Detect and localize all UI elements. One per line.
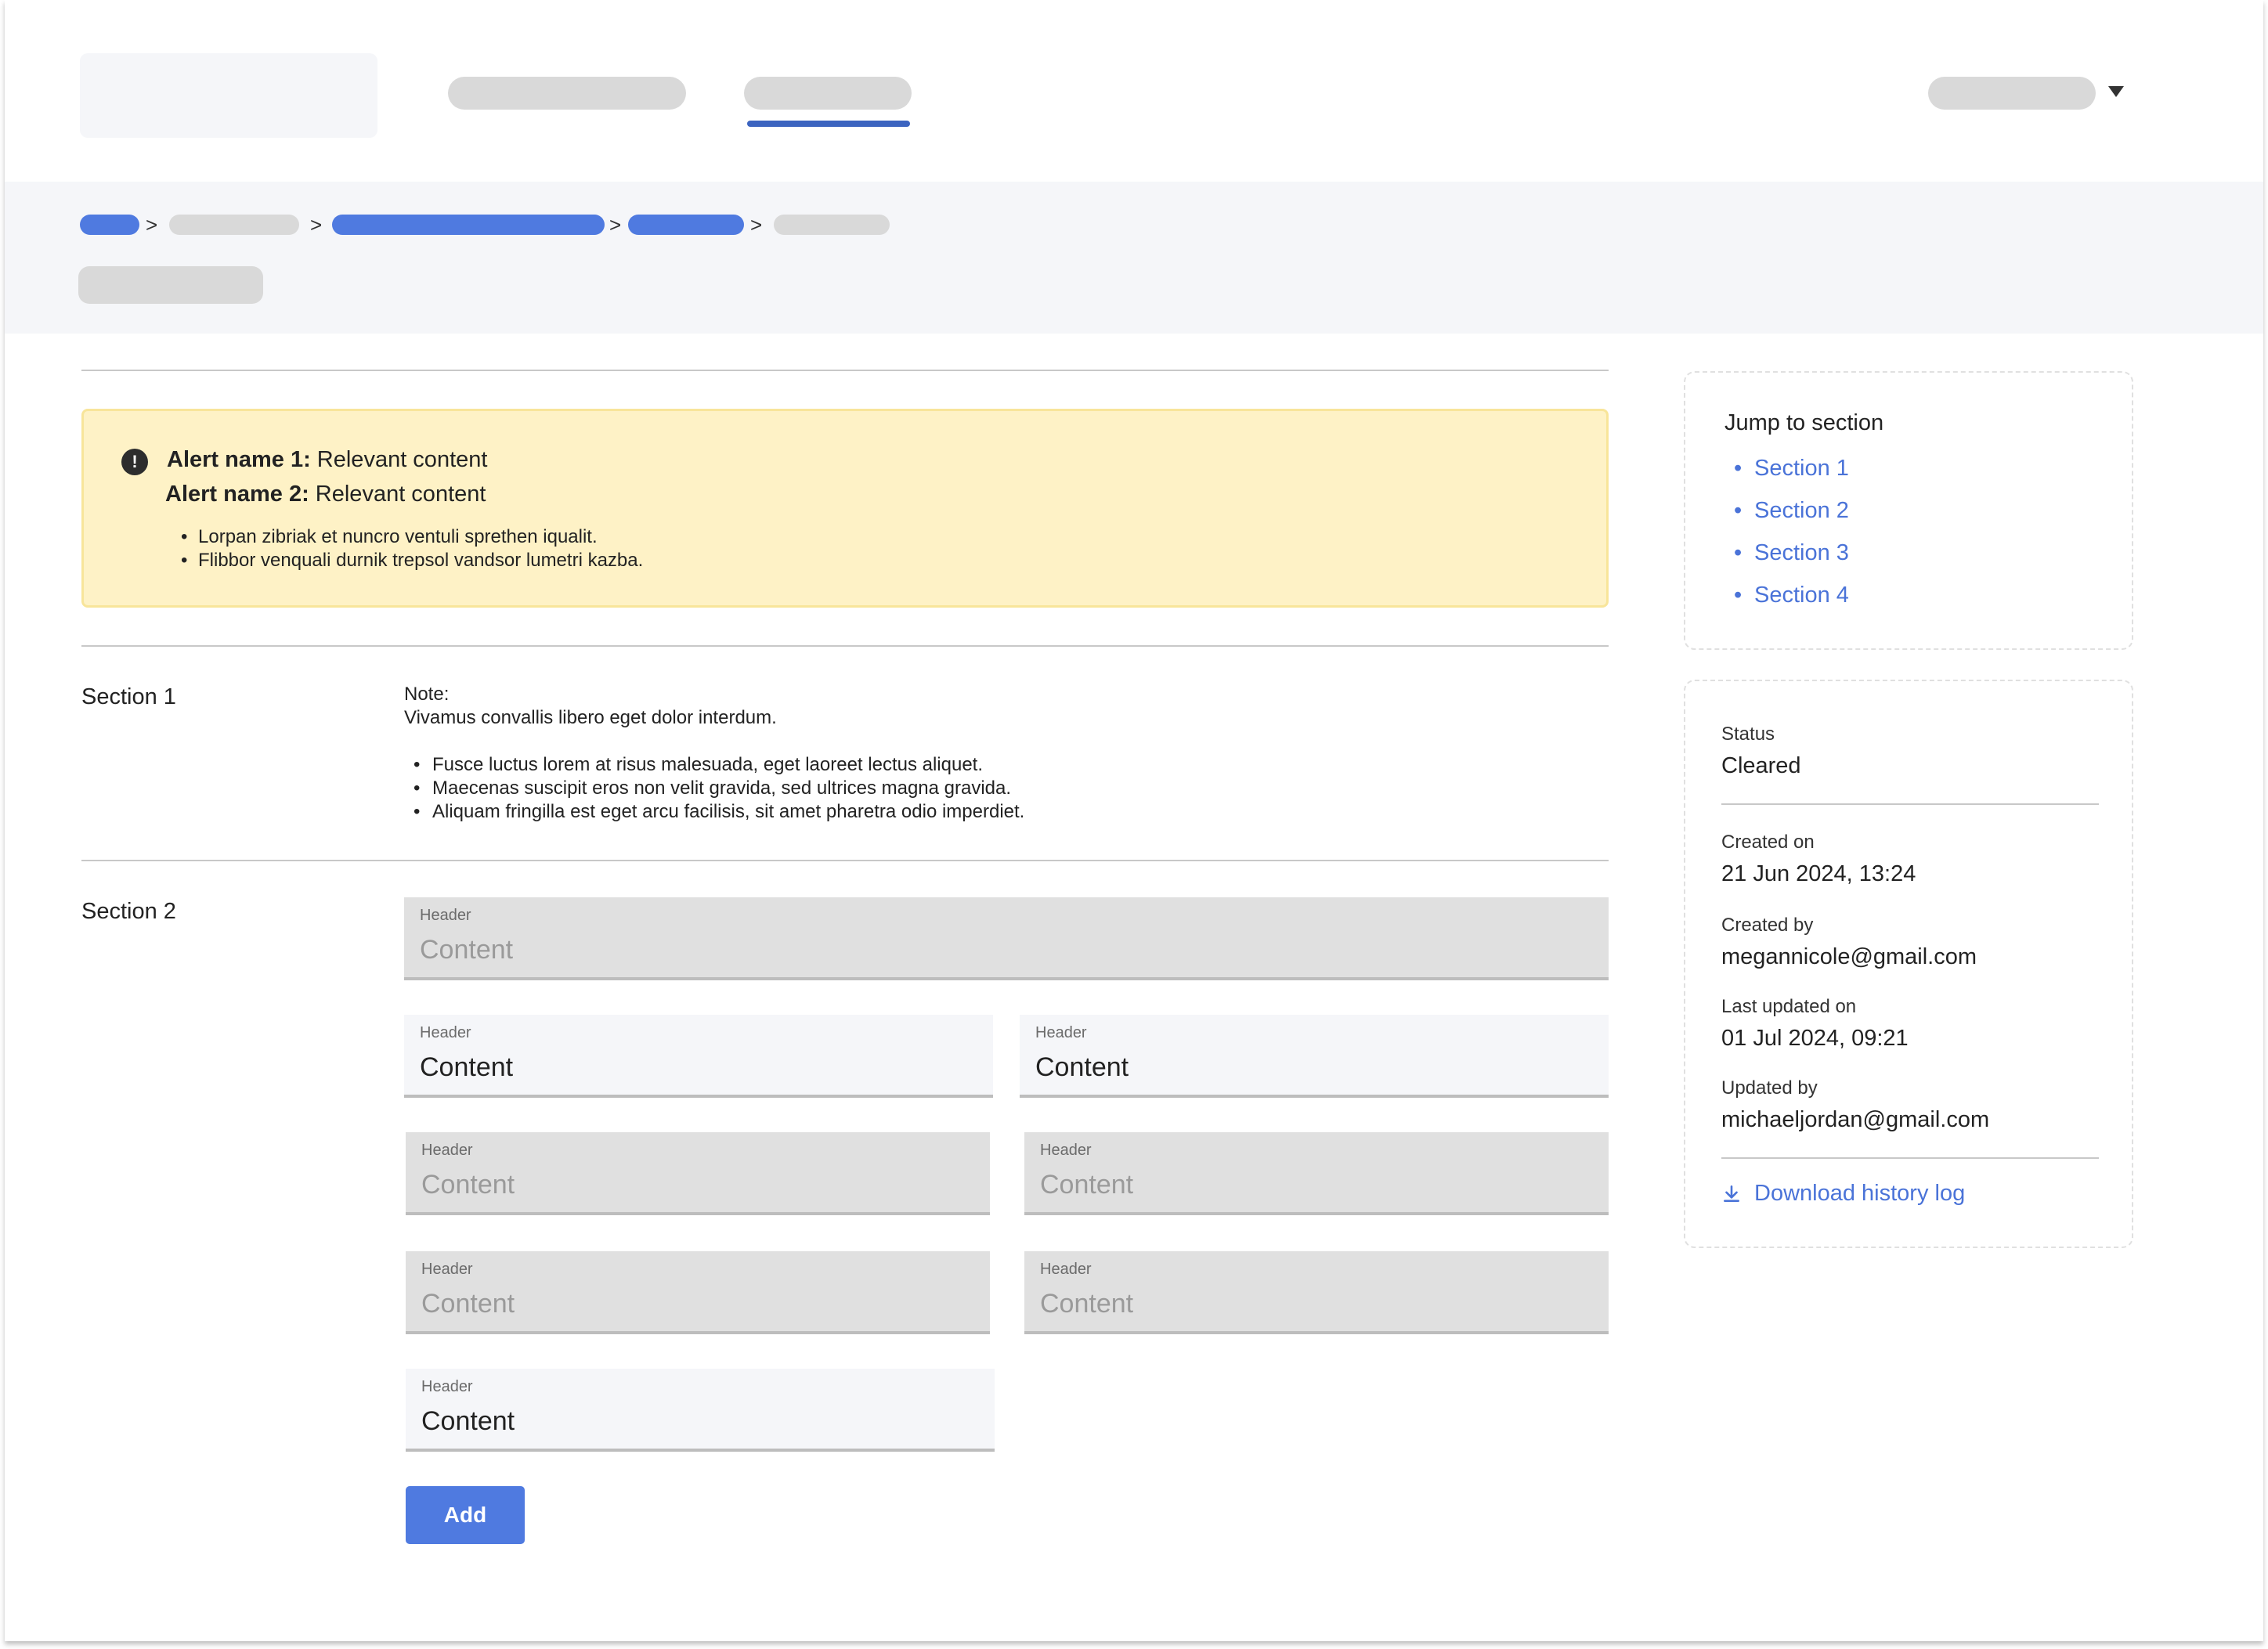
status-label: Status bbox=[1721, 723, 1775, 745]
alert-content-1: Relevant content bbox=[316, 447, 488, 472]
field-content: Content bbox=[421, 1170, 515, 1200]
alert-name-1: Alert name 1: bbox=[167, 447, 311, 472]
divider bbox=[81, 645, 1609, 647]
list-item: Aliquam fringilla est eget arcu facilisi… bbox=[414, 800, 1024, 824]
divider bbox=[1721, 1157, 2099, 1159]
form-field[interactable]: Header Content bbox=[406, 1369, 995, 1452]
field-content: Content bbox=[420, 935, 514, 965]
breadcrumb-separator: > bbox=[609, 213, 622, 236]
alert-line-1: Alert name 1: Relevant content bbox=[167, 447, 487, 473]
field-header: Header bbox=[421, 1378, 473, 1395]
jump-link-section-1[interactable]: Section 1 bbox=[1734, 456, 1849, 498]
jump-link-section-2[interactable]: Section 2 bbox=[1734, 498, 1849, 540]
form-field[interactable]: Header Content bbox=[406, 1132, 990, 1215]
field-header: Header bbox=[421, 1261, 473, 1278]
field-header: Header bbox=[1035, 1024, 1087, 1041]
created-by-label: Created by bbox=[1721, 915, 1814, 936]
alert-banner: ! Alert name 1: Relevant content Alert n… bbox=[81, 409, 1609, 608]
updated-by-label: Updated by bbox=[1721, 1077, 1818, 1099]
field-content: Content bbox=[420, 1052, 514, 1082]
field-content: Content bbox=[1040, 1289, 1134, 1319]
alert-line-2: Alert name 2: Relevant content bbox=[165, 482, 486, 507]
divider bbox=[81, 370, 1609, 371]
updated-by-value: michaeljordan@gmail.com bbox=[1721, 1107, 1990, 1132]
form-field-full[interactable]: Header Content bbox=[404, 897, 1609, 980]
field-header: Header bbox=[421, 1142, 473, 1159]
caret-down-icon[interactable] bbox=[2108, 86, 2124, 97]
field-header: Header bbox=[1040, 1261, 1092, 1278]
form-field[interactable]: Header Content bbox=[406, 1251, 990, 1334]
form-field[interactable]: Header Content bbox=[404, 1015, 993, 1098]
download-icon bbox=[1724, 1185, 1739, 1202]
jump-links: Section 1 Section 2 Section 3 Section 4 bbox=[1734, 456, 1849, 625]
nav-item-1[interactable] bbox=[448, 77, 686, 110]
created-on-value: 21 Jun 2024, 13:24 bbox=[1721, 861, 1916, 886]
divider bbox=[1721, 803, 2099, 805]
logo-placeholder[interactable] bbox=[80, 53, 377, 138]
form-field[interactable]: Header Content bbox=[1020, 1015, 1609, 1098]
download-history-label: Download history log bbox=[1754, 1181, 1966, 1206]
active-nav-indicator bbox=[747, 121, 910, 127]
breadcrumb-current bbox=[774, 215, 890, 235]
created-by-value: megannicole@gmail.com bbox=[1721, 944, 1977, 969]
breadcrumb-separator: > bbox=[750, 213, 763, 236]
page-title-placeholder bbox=[78, 266, 263, 304]
section-1-bullets: Fusce luctus lorem at risus malesuada, e… bbox=[414, 753, 1024, 824]
jump-link-section-3[interactable]: Section 3 bbox=[1734, 540, 1849, 583]
field-header: Header bbox=[1040, 1142, 1092, 1159]
breadcrumb-item-2 bbox=[169, 215, 299, 235]
status-value: Cleared bbox=[1721, 753, 1801, 778]
field-header: Header bbox=[420, 1024, 471, 1041]
alert-name-2: Alert name 2: bbox=[165, 482, 309, 507]
alert-bullets: Lorpan zibriak et nuncro ventuli sprethe… bbox=[181, 525, 643, 572]
field-content: Content bbox=[421, 1406, 515, 1436]
add-button[interactable]: Add bbox=[406, 1486, 525, 1544]
updated-on-value: 01 Jul 2024, 09:21 bbox=[1721, 1026, 1909, 1051]
divider bbox=[81, 860, 1609, 861]
section-1-note: Note: Vivamus convallis libero eget dolo… bbox=[404, 683, 777, 730]
created-on-label: Created on bbox=[1721, 832, 1815, 853]
updated-on-label: Last updated on bbox=[1721, 996, 1857, 1017]
list-item: Maecenas suscipit eros non velit gravida… bbox=[414, 777, 1024, 800]
breadcrumb-link-1[interactable] bbox=[80, 215, 139, 235]
nav-item-2-active[interactable] bbox=[744, 77, 912, 110]
form-field[interactable]: Header Content bbox=[1024, 1251, 1609, 1334]
download-history-link[interactable]: Download history log bbox=[1721, 1181, 1965, 1207]
breadcrumb-link-4[interactable] bbox=[628, 215, 744, 235]
breadcrumb-link-3[interactable] bbox=[332, 215, 605, 235]
list-item: Lorpan zibriak et nuncro ventuli sprethe… bbox=[181, 525, 643, 549]
user-menu-placeholder[interactable] bbox=[1928, 77, 2096, 110]
jump-title: Jump to section bbox=[1724, 410, 1884, 435]
note-text: Vivamus convallis libero eget dolor inte… bbox=[404, 707, 777, 728]
metadata-card: Status Cleared Created on 21 Jun 2024, 1… bbox=[1684, 680, 2133, 1248]
exclamation-circle-icon: ! bbox=[121, 449, 148, 475]
section-1-label: Section 1 bbox=[81, 684, 176, 709]
field-content: Content bbox=[1040, 1170, 1134, 1200]
section-2-label: Section 2 bbox=[81, 899, 176, 924]
field-content: Content bbox=[1035, 1052, 1129, 1082]
breadcrumb-band bbox=[5, 182, 2263, 334]
list-item: Flibbor venquali durnik trepsol vandsor … bbox=[181, 549, 643, 572]
form-field[interactable]: Header Content bbox=[1024, 1132, 1609, 1215]
field-content: Content bbox=[421, 1289, 515, 1319]
breadcrumb-separator: > bbox=[310, 213, 323, 236]
breadcrumb-separator: > bbox=[146, 213, 158, 236]
note-title: Note: bbox=[404, 684, 450, 705]
jump-link-section-4[interactable]: Section 4 bbox=[1734, 583, 1849, 625]
list-item: Fusce luctus lorem at risus malesuada, e… bbox=[414, 753, 1024, 777]
jump-to-section-card: Jump to section Section 1 Section 2 Sect… bbox=[1684, 371, 2133, 650]
field-header: Header bbox=[420, 907, 471, 924]
alert-content-2: Relevant content bbox=[315, 482, 486, 507]
